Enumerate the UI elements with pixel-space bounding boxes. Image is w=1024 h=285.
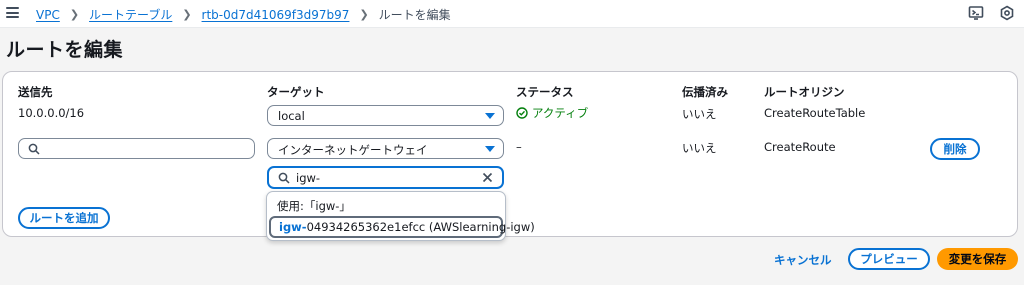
row1-target-value: local bbox=[278, 109, 305, 123]
row2-propagated: いいえ bbox=[682, 141, 717, 155]
dropdown-option-match: igw- bbox=[279, 220, 307, 234]
row2-destination-input[interactable] bbox=[18, 138, 255, 159]
dropdown-option-rest: 04934265362e1efcc (AWSlearning-igw) bbox=[306, 220, 535, 234]
row1-route-origin: CreateRouteTable bbox=[764, 106, 866, 120]
target-search-input[interactable]: igw- bbox=[267, 166, 504, 189]
page-title: ルートを編集 bbox=[6, 39, 124, 61]
header-destination: 送信先 bbox=[18, 85, 53, 99]
add-route-button[interactable]: ルートを追加 bbox=[18, 207, 110, 229]
preview-button[interactable]: プレビュー bbox=[848, 248, 930, 270]
row1-destination: 10.0.0.0/16 bbox=[18, 106, 85, 120]
header-propagated: 伝播済み bbox=[682, 85, 728, 99]
menu-icon[interactable] bbox=[6, 7, 19, 18]
cloudshell-icon[interactable] bbox=[968, 5, 984, 21]
chevron-right-icon: ❯ bbox=[359, 8, 369, 21]
dropdown-igw-option[interactable]: igw-04934265362e1efcc (AWSlearning-igw) bbox=[269, 216, 535, 238]
row2-target-select[interactable]: インターネットゲートウェイ bbox=[267, 138, 504, 159]
check-circle-icon bbox=[516, 107, 528, 119]
header-route-origin: ルートオリジン bbox=[764, 85, 845, 99]
chevron-right-icon: ❯ bbox=[69, 8, 80, 21]
breadcrumb-route-tables[interactable]: ルートテーブル bbox=[89, 6, 172, 23]
row1-status-text: アクティブ bbox=[532, 106, 589, 120]
row1-propagated: いいえ bbox=[682, 107, 717, 121]
settings-icon[interactable] bbox=[999, 5, 1015, 21]
target-dropdown: 使用:「igw-」 igw-04934265362e1efcc (AWSlear… bbox=[266, 191, 535, 241]
remove-route-button[interactable]: 削除 bbox=[930, 138, 980, 160]
search-icon bbox=[28, 143, 40, 155]
save-changes-button[interactable]: 変更を保存 bbox=[937, 248, 1018, 270]
row1-target-select[interactable]: local bbox=[267, 105, 504, 126]
row2-status: – bbox=[516, 140, 522, 154]
row2-target-value: インターネットゲートウェイ bbox=[278, 143, 428, 157]
breadcrumb-current: ルートを編集 bbox=[378, 8, 451, 22]
search-icon bbox=[278, 172, 290, 184]
row1-status: アクティブ bbox=[516, 105, 588, 121]
header-target: ターゲット bbox=[267, 85, 325, 99]
caret-down-icon bbox=[485, 146, 495, 152]
breadcrumb: VPC ❯ ルートテーブル ❯ rtb-0d7d41069f3d97b97 ❯ … bbox=[36, 6, 451, 23]
breadcrumb-route-table-id[interactable]: rtb-0d7d41069f3d97b97 bbox=[202, 8, 350, 22]
clear-icon[interactable] bbox=[482, 172, 493, 183]
header-status: ステータス bbox=[516, 85, 574, 99]
row2-route-origin: CreateRoute bbox=[764, 140, 836, 154]
dropdown-use-option[interactable]: 使用:「igw-」 bbox=[277, 198, 351, 214]
top-navigation: VPC ❯ ルートテーブル ❯ rtb-0d7d41069f3d97b97 ❯ … bbox=[0, 0, 1024, 28]
caret-down-icon bbox=[485, 113, 495, 119]
target-search-value: igw- bbox=[296, 171, 321, 185]
cancel-button[interactable]: キャンセル bbox=[774, 252, 832, 268]
breadcrumb-vpc[interactable]: VPC bbox=[36, 8, 60, 22]
chevron-right-icon: ❯ bbox=[182, 8, 192, 21]
